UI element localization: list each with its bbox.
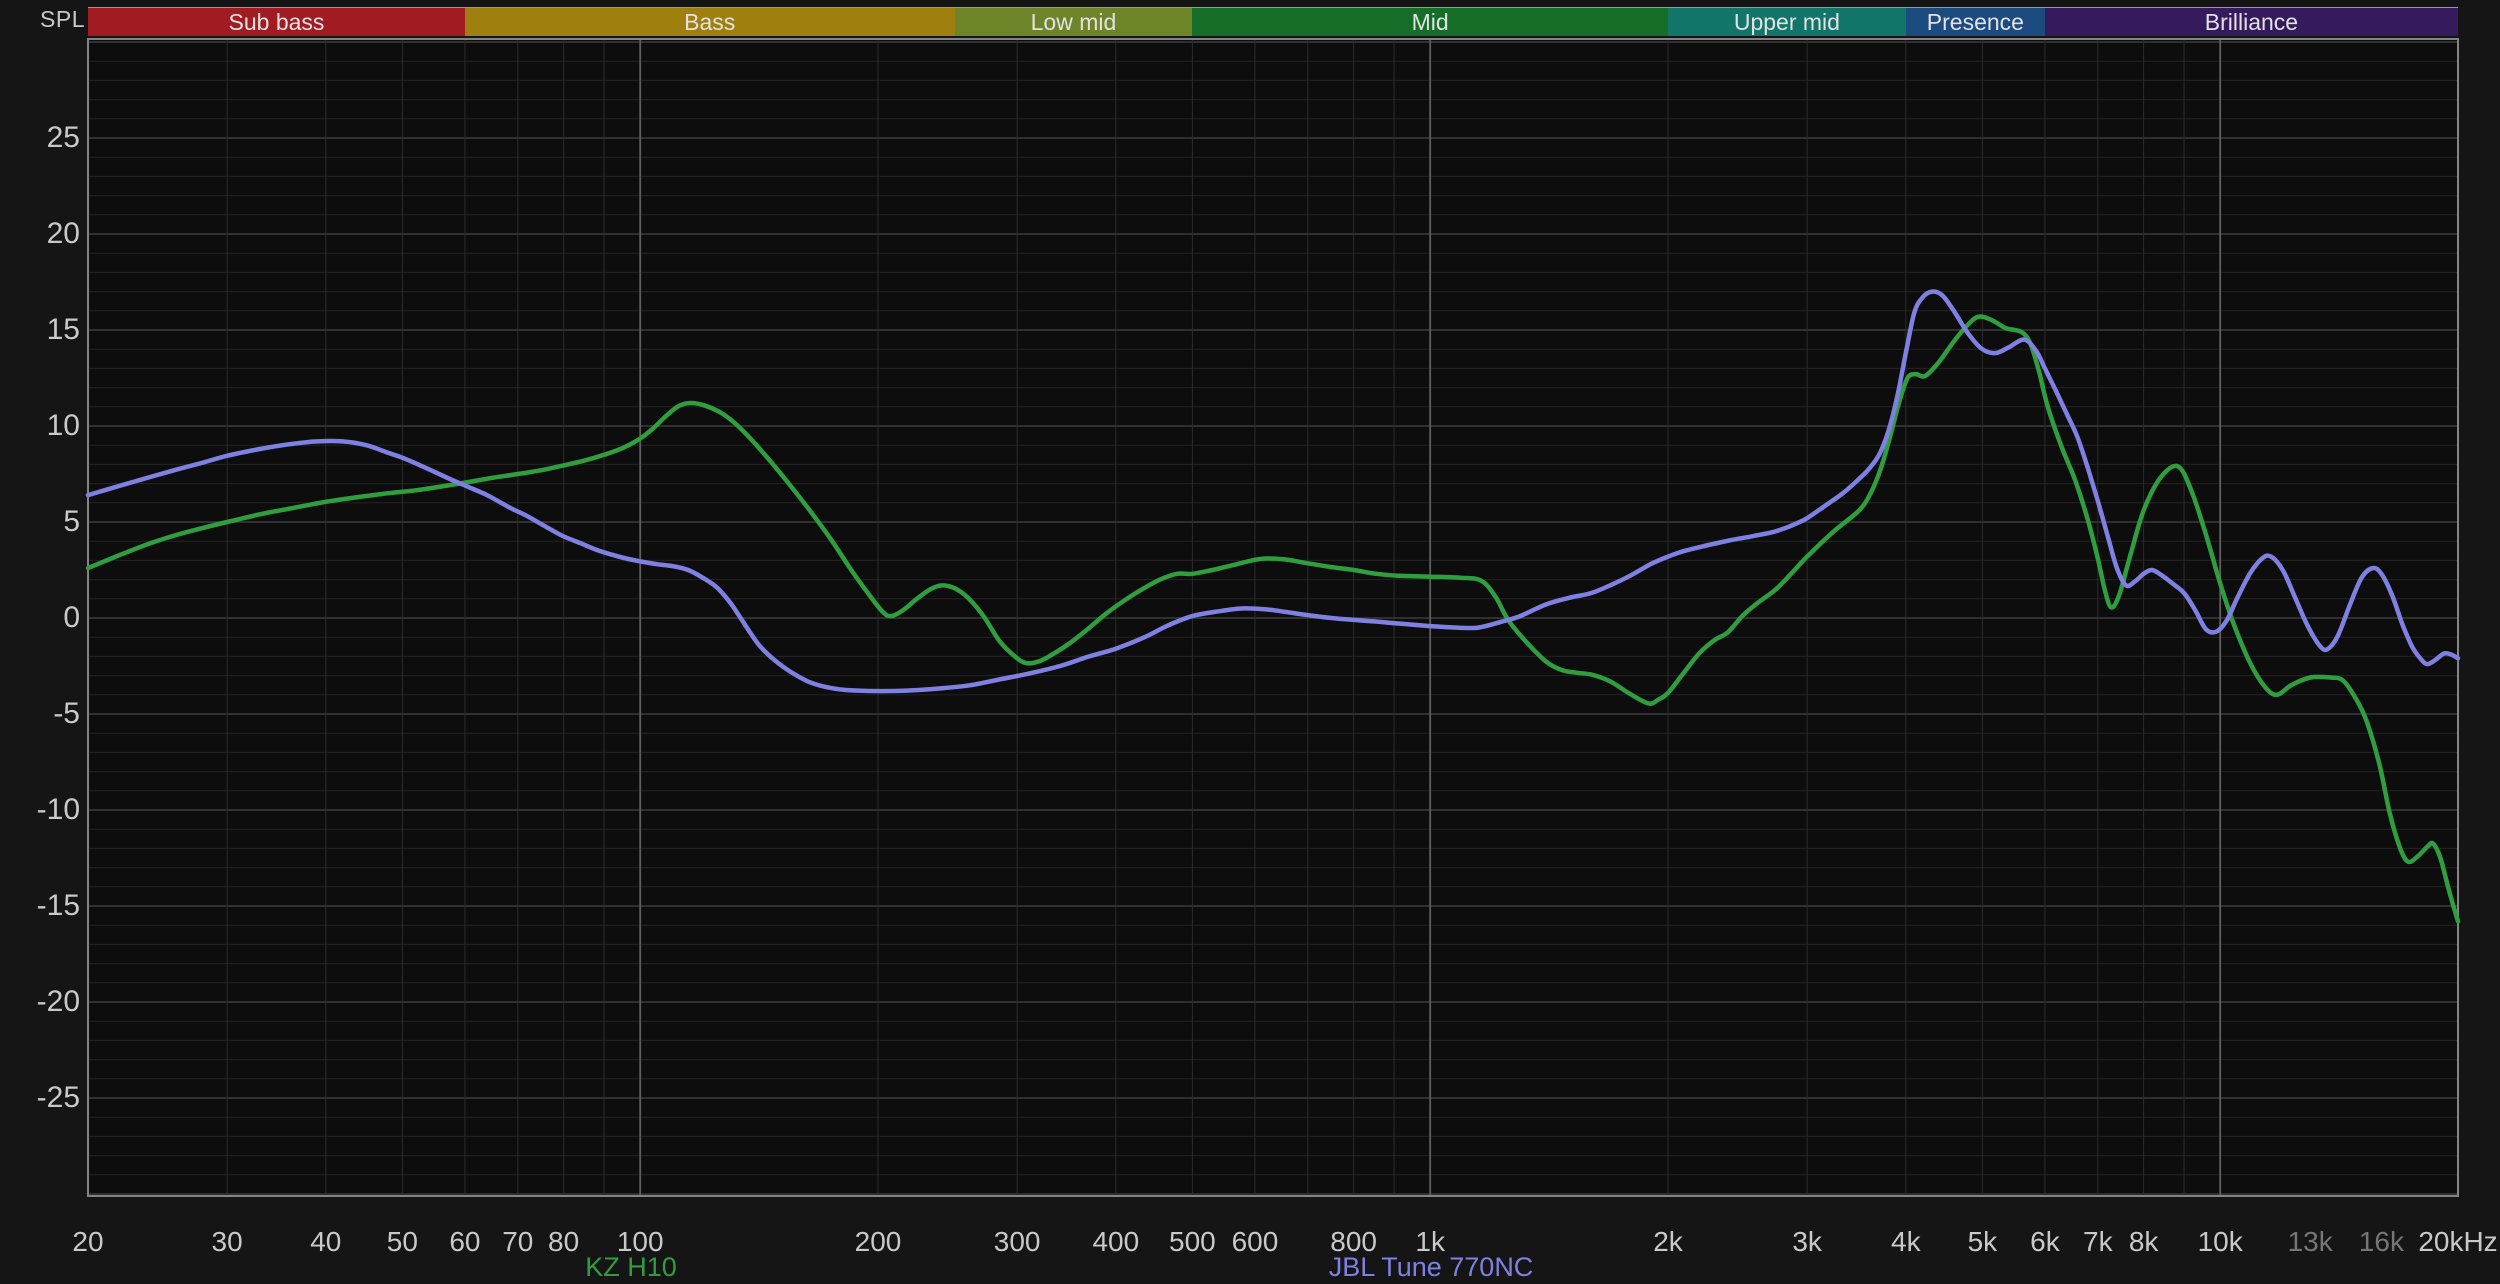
x-tick-300: 300 <box>993 1226 1041 1257</box>
y-tick--10: -10 <box>36 793 80 826</box>
band-label: Low mid <box>1030 8 1117 35</box>
x-tick-600: 600 <box>1231 1226 1279 1257</box>
y-tick--25: -25 <box>36 1081 80 1114</box>
plot-canvas <box>85 38 2461 1197</box>
x-tick-7k: 7k <box>2083 1226 2113 1257</box>
legend-item-kz-h10[interactable]: KZ H10 <box>585 1252 677 1283</box>
legend-item-jbl-tune-770nc[interactable]: JBL Tune 770NC <box>1329 1252 1534 1283</box>
band-label: Sub bass <box>228 8 325 35</box>
band-label: Brilliance <box>2204 8 2299 35</box>
x-tick-10k: 10k <box>2197 1226 2243 1257</box>
x-tick-16k: 16k <box>2358 1226 2405 1257</box>
band-label: Presence <box>1926 8 2024 35</box>
x-tick-3k: 3k <box>1792 1226 1822 1257</box>
x-tick-50: 50 <box>386 1226 418 1257</box>
band-presence: Presence <box>1905 8 2045 36</box>
y-tick--15: -15 <box>36 889 80 922</box>
band-label: Mid <box>1411 8 1449 35</box>
x-tick-6k: 6k <box>2030 1226 2060 1257</box>
band-upper-mid: Upper mid <box>1668 8 1906 36</box>
band-brilliance: Brilliance <box>2044 8 2458 36</box>
y-tick-5: 5 <box>63 505 80 538</box>
x-tick-200: 200 <box>854 1226 902 1257</box>
x-tick-80: 80 <box>548 1226 580 1257</box>
x-tick-8k: 8k <box>2128 1226 2159 1257</box>
x-tick-4k: 4k <box>1891 1226 1921 1257</box>
frequency-band-bar: Sub bass Bass Low mid Mid Upper mid Presence B… <box>88 7 2458 36</box>
x-tick-60: 60 <box>449 1226 481 1257</box>
y-tick-25: 25 <box>46 121 80 154</box>
y-tick--5: -5 <box>53 697 80 730</box>
frequency-response-chart: SPL Sub bass Bass Low mid Mid Upper mid Prese… <box>0 0 2500 1284</box>
band-label: Bass <box>684 8 736 35</box>
x-tick-40: 40 <box>310 1226 342 1257</box>
y-tick--20: -20 <box>36 985 80 1018</box>
band-bass: Bass <box>464 8 955 36</box>
x-tick-13k: 13k <box>2287 1226 2333 1257</box>
x-tick-5k: 5k <box>1967 1226 1998 1257</box>
y-tick-10: 10 <box>46 409 80 442</box>
band-label: Upper mid <box>1733 8 1840 35</box>
y-tick-20: 20 <box>46 217 80 250</box>
x-tick-20: 20 <box>72 1226 104 1257</box>
y-tick-15: 15 <box>46 313 80 346</box>
band-mid: Mid <box>1192 8 1668 36</box>
x-tick-400: 400 <box>1092 1226 1140 1257</box>
x-tick-70: 70 <box>502 1226 534 1257</box>
band-sub-bass: Sub bass <box>88 8 465 36</box>
y-tick-0: 0 <box>63 601 80 634</box>
y-axis-title: SPL <box>40 6 85 32</box>
x-tick-30: 30 <box>211 1226 243 1257</box>
x-tick-20khz: 20kHz <box>2418 1226 2498 1257</box>
band-low-mid: Low mid <box>954 8 1193 36</box>
x-tick-500: 500 <box>1169 1226 1216 1257</box>
x-tick-2k: 2k <box>1653 1226 1683 1257</box>
